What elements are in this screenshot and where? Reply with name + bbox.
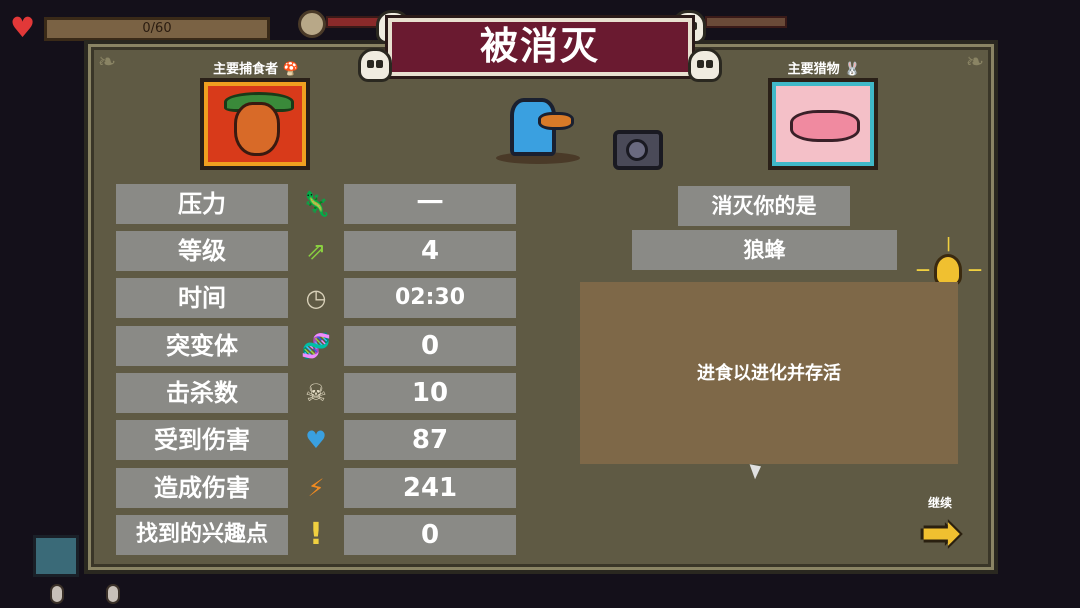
stat-value-pressure: 一: [344, 184, 516, 224]
killed-by-label: 消灭你的是: [678, 186, 850, 226]
clock-icon: [298, 10, 326, 38]
timer-bar-right: [705, 16, 787, 28]
health-text: 0/60: [142, 21, 172, 36]
tip-text: 进食以进化并存活: [697, 363, 841, 384]
mouse-icon: [50, 584, 64, 604]
exclamation-icon: !: [309, 517, 323, 552]
stat-value-points-of-interest: 0: [344, 515, 516, 555]
dna-icon: 🧬: [301, 332, 331, 360]
axolotl-icon: 🦎: [301, 190, 331, 218]
predator-portrait[interactable]: [200, 78, 310, 170]
stat-value-mutations: 0: [344, 326, 516, 366]
heart-icon: ♥: [10, 11, 36, 44]
stat-label-time: 时间: [116, 278, 288, 318]
corner-ornament-icon: ❧: [965, 50, 985, 75]
predator-label: 主要捕食者 🍄: [213, 62, 299, 77]
stat-value-damage-taken: 87: [344, 420, 516, 460]
stat-label-mutations: 突变体: [116, 326, 288, 366]
corner-ornament-icon: ❧: [97, 50, 117, 75]
creature-avatar: [33, 535, 79, 577]
stat-label-level: 等级: [116, 231, 288, 271]
level-up-icon: ⇗: [305, 237, 327, 265]
stat-label-points-of-interest: 找到的兴趣点: [116, 515, 288, 555]
stat-label-damage-taken: 受到伤害: [116, 420, 288, 460]
skull-icon: [358, 48, 392, 82]
axolotl-icon: [790, 110, 860, 142]
mouse-icon: [106, 584, 120, 604]
player-beak: [538, 112, 574, 130]
prey-label: 主要猎物 🐰: [787, 62, 861, 77]
stat-label-damage-dealt: 造成伤害: [116, 468, 288, 508]
killer-name: 狼蜂: [632, 230, 897, 270]
skull-icon: [688, 48, 722, 82]
stat-value-time: 02:30: [344, 278, 516, 318]
clock-icon: ◷: [305, 284, 327, 312]
prey-portrait[interactable]: [768, 78, 878, 170]
camera-icon: [626, 139, 648, 161]
creature-face-icon: [234, 102, 280, 156]
skull-icon: ☠: [305, 379, 327, 407]
timer-bar-left: [326, 16, 382, 28]
stat-value-kills: 10: [344, 373, 516, 413]
stat-value-damage-dealt: 241: [344, 468, 516, 508]
stat-label-pressure: 压力: [116, 184, 288, 224]
claw-icon: ⚡: [307, 474, 325, 502]
stat-label-kills: 击杀数: [116, 373, 288, 413]
continue-button[interactable]: ➡: [910, 509, 972, 557]
stat-value-level: 4: [344, 231, 516, 271]
heart-icon: ♥: [305, 426, 327, 454]
page-title: 被消灭: [385, 15, 695, 79]
